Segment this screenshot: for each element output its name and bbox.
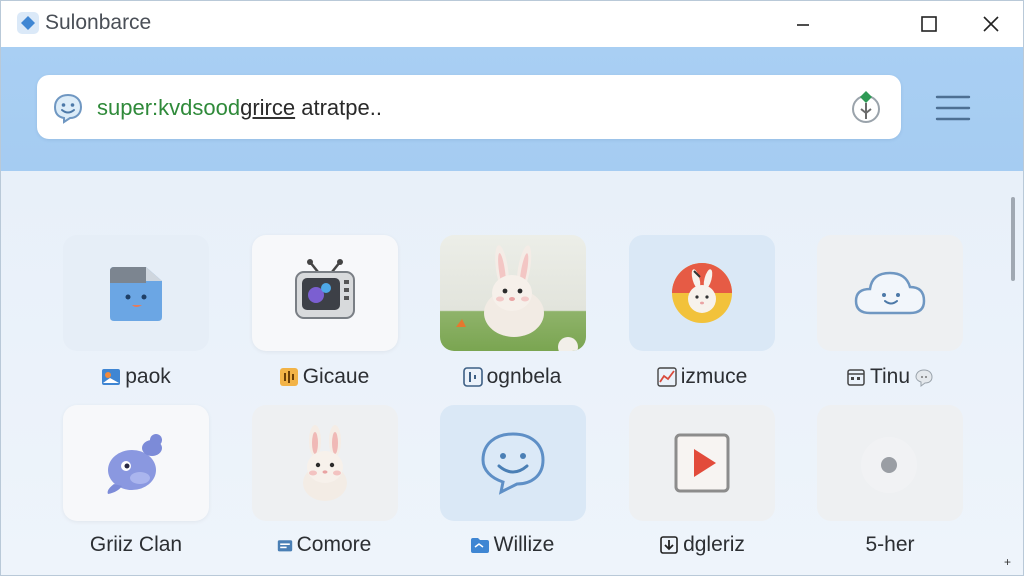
app-label-text: izmuce [680,365,748,388]
app-tile-izmuce[interactable] [629,235,775,351]
minimize-icon [797,24,809,26]
app-label-willize[interactable]: Willize [417,531,607,559]
app-label-comore[interactable]: Comore [229,531,419,559]
close-button[interactable] [971,9,1011,39]
app-tile-dgleriz[interactable] [629,405,775,521]
line-chart-badge-icon [657,367,677,387]
mic-icon[interactable] [849,87,883,127]
orange-audio-badge-icon [279,368,298,386]
title-bar: Sulonbarce [1,1,1023,47]
bunny-circle-icon [672,263,732,323]
retro-tv-icon [295,259,355,319]
purple-whale-icon [107,434,162,494]
app-label-text: ognbela [486,365,562,388]
folder-badge-icon [277,540,292,552]
scrollbar[interactable] [1011,197,1015,281]
blue-folder-badge-icon [470,538,489,553]
close-icon [983,16,999,32]
calendar-badge-icon [847,369,865,386]
bunny-photo-icon [456,245,578,351]
smiley-chat-icon [481,432,545,495]
app-tile-5-her[interactable] [817,405,963,521]
app-label-text: Tinu [869,365,911,388]
maximize-button[interactable] [909,9,949,39]
app-label-paok[interactable]: paok [41,363,231,391]
bunny-icon [303,425,347,501]
app-tile-tinu[interactable] [817,235,963,351]
app-label-text: 5-her [865,533,915,556]
search-query-green: super:kvdsood [97,95,241,120]
dot-record-icon [861,437,917,493]
search-input[interactable]: super:kvdsoodgrirce atratpe.. [37,75,901,139]
app-label-text: Willize [493,533,555,556]
app-tile-gicaue[interactable] [252,235,398,351]
app-tile-willize[interactable] [440,405,586,521]
hamburger-menu-icon[interactable] [935,93,971,123]
search-query: super:kvdsoodgrirce atratpe.. [97,95,382,121]
app-label-ognbela[interactable]: ognbela [417,363,607,391]
app-tile-comore[interactable] [252,405,398,521]
app-label-tinu[interactable]: Tinu [795,363,985,391]
corner-mark: + [1003,555,1011,569]
app-label-dgleriz[interactable]: dgleriz [607,531,797,559]
picture-badge-icon [102,369,121,385]
minimize-button[interactable] [783,9,823,39]
app-label-gicaue[interactable]: Gicaue [229,363,419,391]
app-label-text: Griiz Clan [89,533,183,556]
app-label-text: paok [125,365,171,388]
app-tile-griiz-clan[interactable] [63,405,209,521]
app-icon [17,12,39,34]
smiley-bubble-icon [53,93,83,124]
app-label-griiz-clan[interactable]: Griiz Clan [41,531,231,559]
app-label-5-her[interactable]: 5-her [795,531,985,559]
app-tile-paok[interactable] [63,235,209,351]
play-button-icon [674,433,730,493]
app-label-text: dgleriz [683,533,745,556]
app-label-text: Comore [296,533,372,556]
app-tile-ognbela[interactable] [440,235,586,351]
app-label-text: Gicaue [302,365,370,388]
cloud-face-icon [854,271,926,315]
blue-file-face-icon [110,267,162,321]
search-query-rest: atratpe.. [295,95,382,120]
search-query-underlined: grirce [240,95,296,120]
chat-bubble-icon [915,369,933,387]
maximize-icon [921,16,937,32]
app-window: Sulonbarce super:kvdsoodgrirce atratpe.. [0,0,1024,576]
app-label-izmuce[interactable]: izmuce [607,363,797,391]
search-band: super:kvdsoodgrirce atratpe.. [1,47,1023,171]
download-badge-icon [660,536,678,554]
window-title: Sulonbarce [45,11,152,34]
waveform-badge-icon [462,367,483,387]
